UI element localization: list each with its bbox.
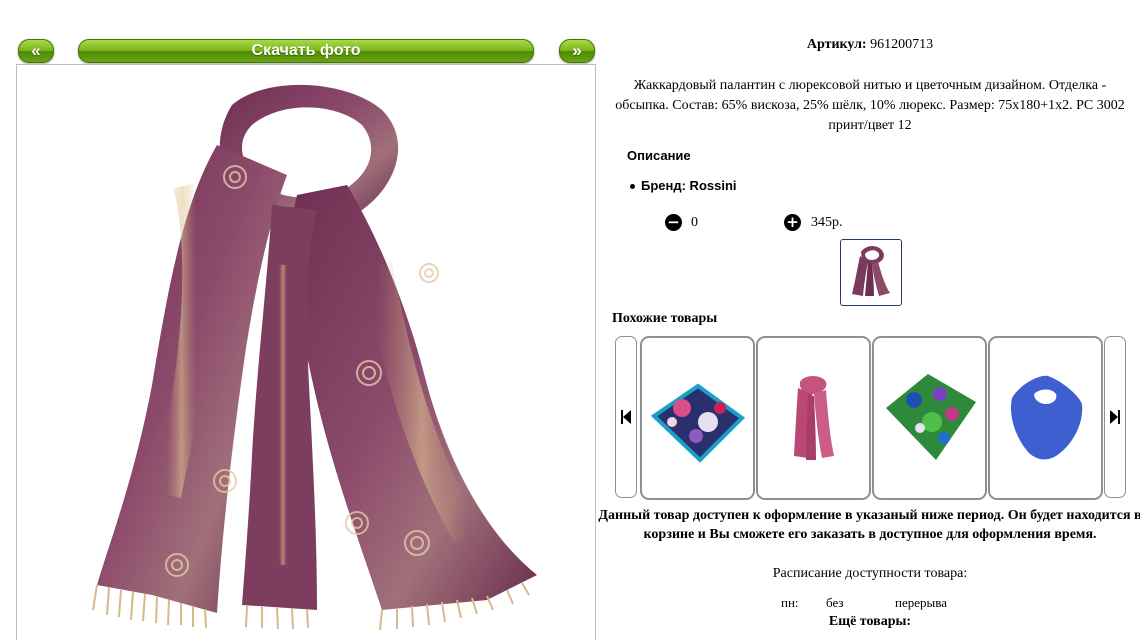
schedule-heading: Расписание доступности товара: bbox=[772, 566, 968, 581]
skip-next-icon bbox=[1110, 410, 1120, 424]
thumbnail-scarf-image bbox=[852, 246, 890, 296]
scarf-image bbox=[92, 84, 537, 631]
price: 345р. bbox=[811, 215, 843, 230]
similar-product-4[interactable] bbox=[988, 336, 1103, 500]
description-heading: Описание bbox=[627, 148, 691, 163]
minus-circle-icon[interactable]: − bbox=[665, 214, 682, 231]
brand-item: Бренд: Rossini bbox=[630, 178, 737, 193]
carousel-prev-button[interactable] bbox=[615, 336, 637, 498]
quantity-value: 0 bbox=[691, 215, 698, 230]
similar-product-2[interactable] bbox=[756, 336, 871, 500]
article-line: Артикул: 961200713 bbox=[600, 37, 1140, 53]
article-label: Артикул: bbox=[806, 37, 867, 52]
scarf-image bbox=[794, 376, 834, 460]
skip-previous-icon bbox=[621, 410, 631, 424]
next-photo-button[interactable]: » bbox=[559, 39, 595, 63]
bullet-icon bbox=[630, 184, 635, 190]
article-value: 961200713 bbox=[870, 37, 934, 52]
availability-notice: Данный товар доступен к оформление в ука… bbox=[598, 508, 1140, 542]
download-photo-button[interactable]: Скачать фото bbox=[78, 39, 534, 63]
product-thumbnail[interactable] bbox=[840, 239, 902, 306]
brand-text: Бренд: Rossini bbox=[641, 178, 737, 193]
scarf-image bbox=[886, 374, 976, 460]
product-photo[interactable] bbox=[16, 64, 596, 640]
product-description: Жаккардовый палантин с люрексовой нитью … bbox=[615, 78, 1125, 133]
scarf-image bbox=[650, 383, 746, 463]
plus-circle-icon[interactable]: + bbox=[784, 214, 801, 231]
carousel-next-button[interactable] bbox=[1104, 336, 1126, 498]
similar-products-heading: Похожие товары bbox=[612, 311, 718, 326]
more-products-heading: Ещё товары: bbox=[828, 614, 912, 629]
prev-photo-button[interactable]: « bbox=[18, 39, 54, 63]
schedule-day: пн: bbox=[781, 595, 799, 610]
similar-product-1[interactable] bbox=[640, 336, 755, 500]
schedule-time-1: без bbox=[826, 595, 844, 610]
scarf-image bbox=[1010, 375, 1083, 460]
schedule-time-2: перерыва bbox=[895, 595, 947, 610]
similar-product-3[interactable] bbox=[872, 336, 987, 500]
